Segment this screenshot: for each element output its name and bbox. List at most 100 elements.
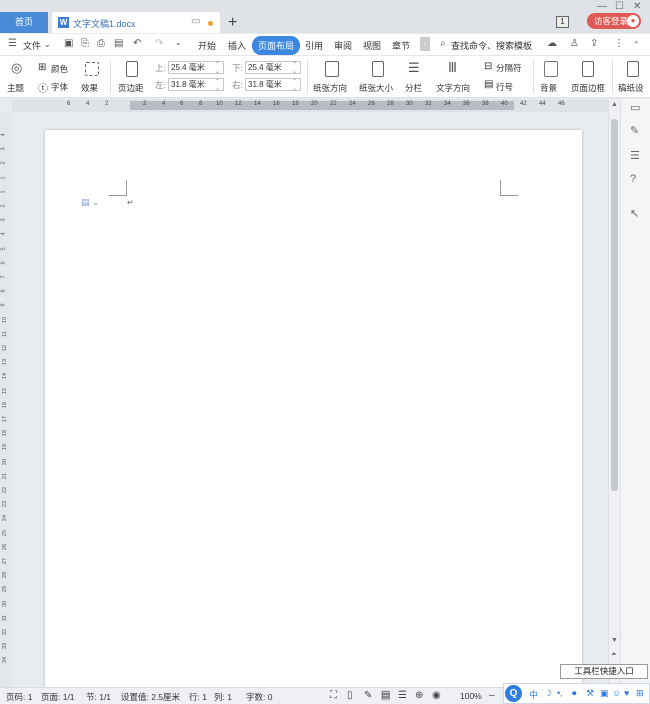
ime-toolbar[interactable]: Q 中 ☽ •, ⏺ ⚒ ▣ ☺ ♥ ⊞ [503,683,650,704]
minimize-icon[interactable]: — [597,1,607,12]
status-row[interactable]: 行: 1 [189,691,207,703]
collapse-ribbon-icon[interactable]: ⌃ [633,40,640,49]
reading-mode-icon[interactable]: ▯ [347,690,353,701]
ime-heart-icon[interactable]: ♥ [624,688,629,698]
status-section[interactable]: 节: 1/1 [86,691,111,703]
page-border-icon[interactable] [582,61,594,77]
document-area[interactable]: ▤ ⌄ ↵ [12,112,608,687]
chevron-down-icon[interactable]: ⌄ [44,40,51,49]
cloud-icon[interactable]: ☁ [547,38,557,49]
print-icon[interactable]: ⎙ [97,38,105,49]
left-margin-input[interactable]: 31.8 毫米 [168,78,224,92]
columns-icon[interactable]: ☰ [408,60,420,76]
orientation-button[interactable]: 纸张方向 [313,82,347,94]
share-icon[interactable]: ⇪ [590,38,598,49]
menu-view[interactable]: 视图 [363,39,381,52]
redo-icon[interactable]: ↷ [155,38,163,49]
background-icon[interactable] [544,61,558,77]
ime-language[interactable]: 中 [529,688,538,701]
text-direction-icon[interactable]: Ⅲ [448,60,457,76]
margin-icon[interactable] [126,61,138,77]
font-button[interactable]: 字体 [51,81,68,93]
menu-chapter[interactable]: 章节 [392,39,410,52]
color-button[interactable]: 颜色 [51,63,68,75]
effect-button[interactable]: 效果 [81,82,98,94]
print-preview-icon[interactable]: ▤ [114,38,123,49]
paragraph-layout-icon[interactable]: ▤ ⌄ [81,197,100,208]
separator-icon[interactable]: ⊟ [484,61,492,72]
help-icon[interactable]: ? [630,173,636,185]
web-view-icon[interactable]: ⊕ [415,690,423,701]
close-icon[interactable]: ✕ [633,1,641,12]
status-page-number[interactable]: 页码: 1 [6,691,32,703]
tab-document[interactable]: W 文字文稿1.docx ▭ [52,12,220,33]
vertical-ruler[interactable]: 4 3 2 1 1 2 3 4 5 6 7 8 9 10 11 12 13 14 15 16 17 18 19 20 21 22 2… [0,112,12,687]
settings-sliders-icon[interactable]: ☰ [630,149,640,162]
effect-icon[interactable] [85,62,99,76]
right-margin-input[interactable]: 31.8 毫米 [245,78,301,92]
menu-file[interactable]: 文件 [23,39,41,52]
status-setting-value[interactable]: 设置值: 2.5厘米 [121,691,180,703]
edit-mode-icon[interactable]: ✎ [364,690,372,701]
fullscreen-icon[interactable]: ⛶ [330,690,337,701]
ime-skin-icon[interactable]: ▣ [600,688,609,699]
hamburger-icon[interactable]: ☰ [8,38,17,49]
status-word-count[interactable]: 字数: 0 [246,691,272,703]
orientation-icon[interactable] [325,61,339,77]
ime-moon-icon[interactable]: ☽ [544,688,552,699]
cursor-icon[interactable]: ↖ [630,207,639,220]
columns-button[interactable]: 分栏 [405,82,422,94]
prev-page-icon[interactable]: ⏶ [611,651,617,659]
new-tab-plus-icon[interactable]: + [228,12,237,33]
color-icon[interactable]: ⊞ [38,62,46,73]
page-border-button[interactable]: 页面边框 [571,82,605,94]
more-options-icon[interactable]: ⋮ [614,38,624,49]
customize-toolbar-icon[interactable]: ⌄ [175,38,182,47]
paper-size-icon[interactable] [372,61,384,77]
menu-page-layout[interactable]: 页面布局 [252,36,301,55]
text-direction-button[interactable]: 文字方向 [436,82,470,94]
screen-icon[interactable]: ▭ [191,16,200,27]
line-number-icon[interactable]: ▤ [484,79,493,90]
theme-button[interactable]: 主题 [7,82,24,94]
manuscript-icon[interactable] [627,61,639,77]
font-icon[interactable]: ⓣ [38,80,48,95]
ime-wrench-icon[interactable]: ⚒ [586,688,594,699]
theme-icon[interactable]: ◎ [11,60,22,76]
manuscript-button[interactable]: 稿纸设 [618,82,644,94]
zoom-out-icon[interactable]: – [489,690,495,701]
vertical-scrollbar[interactable]: ▲ ▼ ⏶ ⏷ [608,99,620,687]
line-number-button[interactable]: 行号 [496,81,513,93]
more-menu-chevron-icon[interactable]: › [420,37,430,51]
collaborate-icon[interactable]: ♙ [570,38,579,49]
ime-emoji-icon[interactable]: ☺ [612,688,621,698]
scroll-up-icon[interactable]: ▲ [611,101,618,108]
window-count-badge[interactable]: 1 [556,16,569,28]
maximize-icon[interactable]: ☐ [615,1,624,12]
guest-login-button[interactable]: 访客登录 ● [587,13,641,29]
status-column[interactable]: 列: 1 [214,691,232,703]
bottom-margin-input[interactable]: 25.4 毫米 [245,61,301,75]
ime-logo-icon[interactable]: Q [505,685,522,702]
menu-insert[interactable]: 插入 [228,39,246,52]
horizontal-ruler[interactable]: 6 4 2 2 4 6 8 10 12 14 16 18 20 22 24 26… [12,99,608,112]
ime-mic-icon[interactable]: ⏺ [572,688,577,699]
separator-button[interactable]: 分隔符 [496,62,522,74]
undo-icon[interactable]: ↶ [133,38,141,49]
document-page[interactable]: ▤ ⌄ ↵ [45,130,582,687]
menu-review[interactable]: 审阅 [334,39,352,52]
tab-home[interactable]: 首页 [0,12,48,33]
paper-size-button[interactable]: 纸张大小 [359,82,393,94]
panel-collapse-icon[interactable]: ▭ [630,101,640,114]
menu-reference[interactable]: 引用 [305,39,323,52]
menu-start[interactable]: 开始 [198,39,216,52]
top-margin-input[interactable]: 25.4 毫米 [168,61,224,75]
save-icon[interactable]: ▣ [64,38,73,49]
outline-view-icon[interactable]: ☰ [398,690,407,701]
page-view-icon[interactable]: ▤ [381,690,391,701]
command-search-input[interactable]: 查找命令、搜索模板 [451,39,532,52]
ime-grid-icon[interactable]: ⊞ [636,688,644,699]
export-pdf-icon[interactable]: ⎘ [81,38,89,49]
background-button[interactable]: 背景 [540,82,557,94]
status-pages[interactable]: 页面: 1/1 [41,691,75,703]
